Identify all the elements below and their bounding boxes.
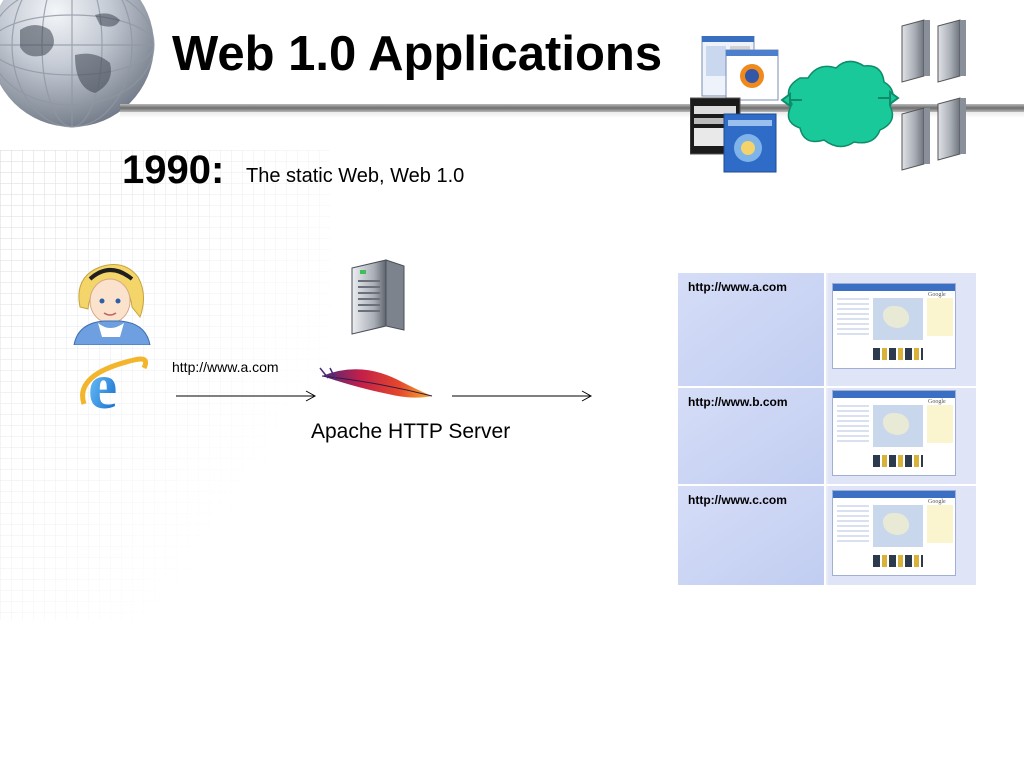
apache-feather-icon [319, 367, 433, 398]
cloud-icon [780, 60, 900, 148]
svg-text:e: e [88, 352, 117, 422]
site-screenshot-cell: Google [828, 486, 976, 585]
server-icon [351, 259, 405, 335]
mini-logo-text: Google [928, 292, 946, 298]
site-row-a: http://www.a.com Google [678, 273, 976, 386]
site-screenshot-a: Google [832, 283, 956, 369]
browser-windows-icon [690, 36, 779, 173]
site-url-b[interactable]: http://www.b.com [688, 395, 788, 409]
globe-icon [0, 0, 155, 128]
site-screenshot-b: Google [832, 390, 956, 476]
site-screenshot-cell: Google [828, 388, 976, 484]
site-url-cell: http://www.b.com [678, 388, 826, 484]
site-row-c: http://www.c.com Google [678, 486, 976, 585]
slide-subtitle: The static Web, Web 1.0 [246, 165, 465, 187]
sites-table: http://www.a.com Google http://www.b.com… [678, 273, 976, 585]
site-row-b: http://www.b.com Google [678, 388, 976, 484]
response-arrow [452, 390, 593, 402]
year-label: 1990: [122, 148, 225, 192]
user-avatar-icon [73, 264, 151, 345]
site-url-c[interactable]: http://www.c.com [688, 493, 787, 507]
site-screenshot-c: Google [832, 490, 956, 576]
server-label: Apache HTTP Server [311, 420, 511, 443]
mini-logo-text: Google [928, 499, 946, 505]
mini-logo-text: Google [928, 399, 946, 405]
server-farm-icon [901, 19, 966, 171]
background-grid [0, 150, 330, 620]
internet-explorer-icon: e [80, 352, 148, 422]
site-screenshot-cell: Google [828, 273, 976, 386]
slide-title: Web 1.0 Applications [172, 27, 663, 81]
site-url-cell: http://www.a.com [678, 273, 826, 386]
request-arrow [176, 390, 317, 402]
site-url-a[interactable]: http://www.a.com [688, 280, 787, 294]
site-url-cell: http://www.c.com [678, 486, 826, 585]
request-url-label: http://www.a.com [172, 359, 279, 375]
